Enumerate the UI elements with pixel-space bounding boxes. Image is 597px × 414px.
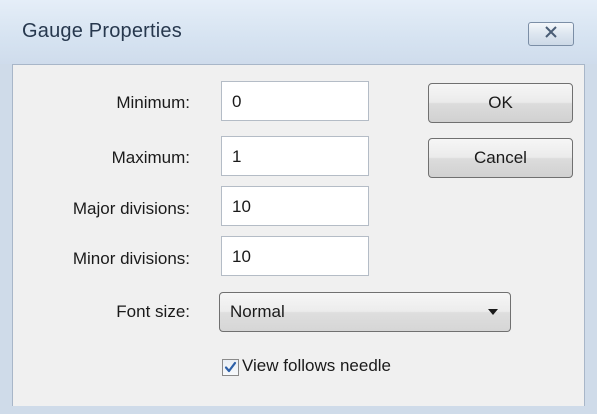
view-follows-needle-label[interactable]: View follows needle [242, 356, 391, 376]
major-divisions-label: Major divisions: [72, 199, 190, 218]
font-size-dropdown[interactable]: Normal [219, 292, 511, 332]
cancel-button[interactable]: Cancel [428, 138, 573, 178]
minor-divisions-input[interactable]: 10 [221, 236, 369, 276]
maximum-label: Maximum: [111, 148, 190, 167]
chevron-down-icon [488, 309, 498, 315]
ok-button[interactable]: OK [428, 83, 573, 123]
minimum-label: Minimum: [116, 93, 190, 112]
font-size-selected: Normal [230, 302, 285, 321]
font-size-label: Font size: [116, 302, 190, 321]
minimum-input[interactable]: 0 [221, 81, 369, 121]
major-divisions-input[interactable]: 10 [221, 186, 369, 226]
window-title: Gauge Properties [22, 20, 182, 42]
gauge-properties-dialog: Gauge Properties Minimum: Maximum: Major… [0, 0, 597, 414]
view-follows-needle-checkbox[interactable] [222, 359, 239, 376]
close-x-icon [544, 25, 558, 43]
minor-divisions-label: Minor divisions: [72, 249, 190, 268]
title-bar[interactable]: Gauge Properties [0, 0, 597, 64]
maximum-input[interactable]: 1 [221, 136, 369, 176]
close-button[interactable] [528, 22, 574, 46]
